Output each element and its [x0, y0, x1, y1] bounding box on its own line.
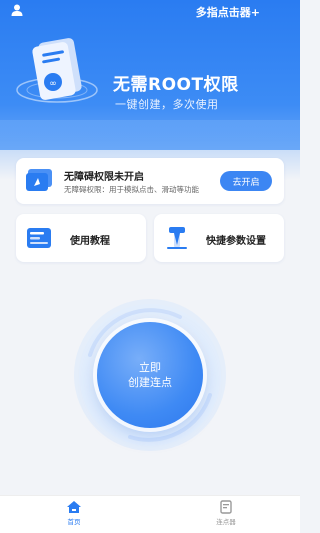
settings-clip-icon — [167, 227, 187, 249]
tab-home-label: 首页 — [67, 518, 81, 526]
app-title: 多指点击器+ — [195, 6, 260, 19]
accessibility-title: 无障碍权限未开启 — [64, 172, 144, 183]
hero-subtitle: 一键创建，多次使用 — [115, 98, 219, 111]
tab-clicker[interactable]: 连点器 — [196, 500, 256, 532]
screen-pointer-icon — [26, 169, 52, 191]
top-bar: 多指点击器+ — [0, 0, 300, 22]
tab-clicker-label: 连点器 — [216, 518, 236, 526]
document-phone-illustration: ∞ — [16, 38, 98, 103]
tutorial-tile[interactable]: 使用教程 — [16, 214, 146, 262]
open-accessibility-button[interactable]: 去开启 — [220, 171, 272, 191]
svg-text:∞: ∞ — [49, 79, 57, 89]
start-line1: 立即 — [139, 361, 161, 374]
start-line2: 创建连点 — [128, 376, 172, 389]
home-icon — [67, 501, 81, 513]
create-clicker-button[interactable]: 立即 创建连点 — [97, 322, 203, 428]
tab-home[interactable]: 首页 — [44, 500, 104, 532]
hero-title: 无需ROOT权限 — [113, 75, 239, 95]
clicker-doc-icon — [220, 500, 232, 514]
quick-settings-tile[interactable]: 快捷参数设置 — [154, 214, 284, 262]
accessibility-description: 无障碍权限：用于模拟点击、滑动等功能 — [64, 185, 199, 194]
user-icon[interactable] — [10, 3, 24, 17]
bottom-tab-bar: 首页 连点器 — [0, 495, 300, 533]
tutorial-label: 使用教程 — [70, 236, 110, 247]
quick-settings-label: 快捷参数设置 — [206, 236, 266, 247]
tutorial-icon — [27, 228, 51, 248]
accessibility-card: 无障碍权限未开启 无障碍权限：用于模拟点击、滑动等功能 去开启 — [16, 158, 284, 204]
